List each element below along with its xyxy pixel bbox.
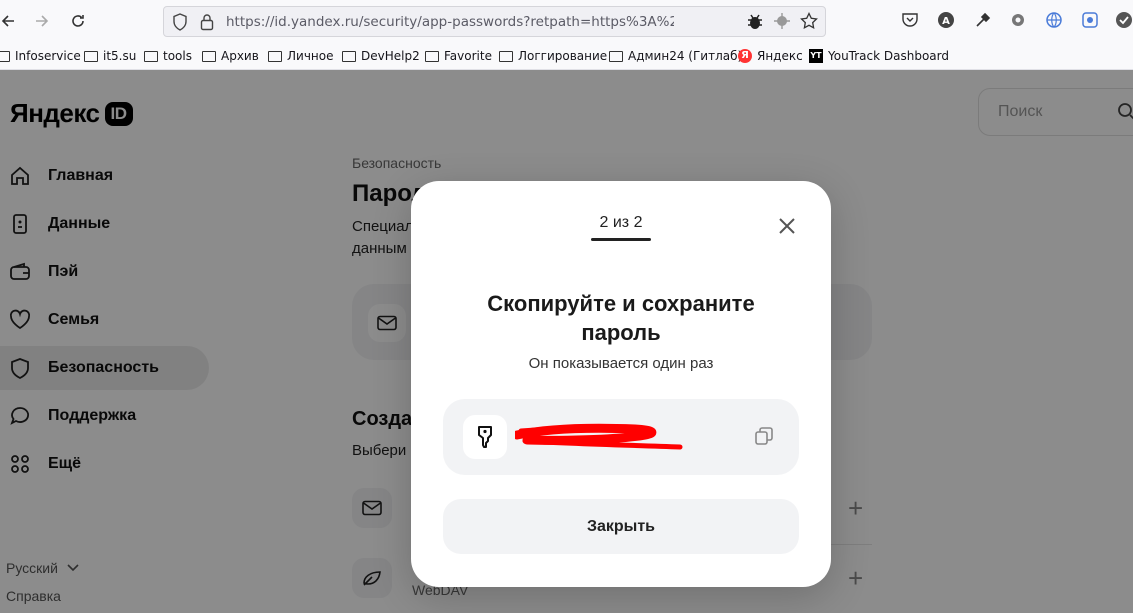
bookmarks-bar: Infoservice it5.su tools Архив Личное De… [0, 42, 1133, 70]
bookmark-folder[interactable]: DevHelp2 [342, 48, 420, 64]
youtrack-logo-icon: YT [809, 49, 823, 63]
bookmark-folder[interactable]: Infoservice [0, 48, 81, 64]
check-extension-icon[interactable] [1115, 11, 1133, 31]
forward-icon[interactable] [30, 9, 54, 33]
back-icon[interactable] [0, 9, 20, 33]
bookmark-folder[interactable]: Админ24 (Гитлаб) [609, 48, 742, 64]
close-button[interactable]: Закрыть [443, 499, 799, 554]
url-text[interactable]: https://id.yandex.ru/security/app-passwo… [226, 14, 674, 32]
key-icon [463, 415, 507, 459]
folder-icon [609, 50, 623, 62]
reload-icon[interactable] [66, 9, 90, 33]
extension-icon[interactable] [773, 12, 791, 35]
close-icon[interactable] [775, 214, 799, 238]
pocket-icon[interactable] [901, 11, 921, 31]
redacted-password-mark [512, 421, 685, 451]
folder-icon [144, 50, 158, 62]
bookmark-folder[interactable]: it5.su [84, 48, 136, 64]
globe-extension-icon[interactable] [1045, 11, 1065, 31]
eyedropper-icon[interactable] [974, 11, 994, 31]
account-icon[interactable]: A [937, 11, 957, 31]
shield-icon[interactable] [172, 13, 188, 36]
bookmark-youtrack[interactable]: YT YouTrack Dashboard [809, 48, 949, 64]
folder-icon [268, 50, 282, 62]
copy-icon[interactable] [753, 425, 777, 449]
modal-subtitle: Он показывается один раз [528, 355, 714, 372]
browser-toolbar: https://id.yandex.ru/security/app-passwo… [0, 0, 1133, 42]
bookmark-folder[interactable]: Архив [202, 48, 259, 64]
folder-icon [0, 50, 10, 62]
step-indicator: 2 из 2 [599, 214, 643, 231]
folder-icon [202, 50, 216, 62]
star-icon[interactable] [800, 11, 818, 35]
screenshot-extension-icon[interactable] [1081, 11, 1101, 31]
step-progress-bar [591, 238, 651, 241]
folder-icon [499, 50, 513, 62]
folder-icon [342, 50, 356, 62]
lock-icon[interactable] [200, 13, 214, 36]
gear-extension-icon[interactable] [1009, 11, 1029, 31]
bug-extension-icon[interactable] [746, 12, 764, 37]
app-password-modal: 2 из 2 Скопируйте и сохраните пароль Он … [411, 181, 831, 587]
bookmark-folder[interactable]: Логгирование [499, 48, 607, 64]
bookmark-folder[interactable]: tools [144, 48, 192, 64]
bookmark-folder[interactable]: Favorite [425, 48, 492, 64]
url-bar[interactable]: https://id.yandex.ru/security/app-passwo… [163, 6, 826, 37]
yandex-logo-icon: Я [738, 49, 752, 63]
password-field[interactable] [443, 399, 799, 475]
folder-icon [84, 50, 98, 62]
bookmark-yandex[interactable]: Я Яндекс [738, 48, 803, 64]
svg-text:A: A [942, 16, 950, 27]
bookmark-folder[interactable]: Личное [268, 48, 333, 64]
modal-title: Скопируйте и сохраните пароль [487, 291, 755, 345]
folder-icon [425, 50, 439, 62]
